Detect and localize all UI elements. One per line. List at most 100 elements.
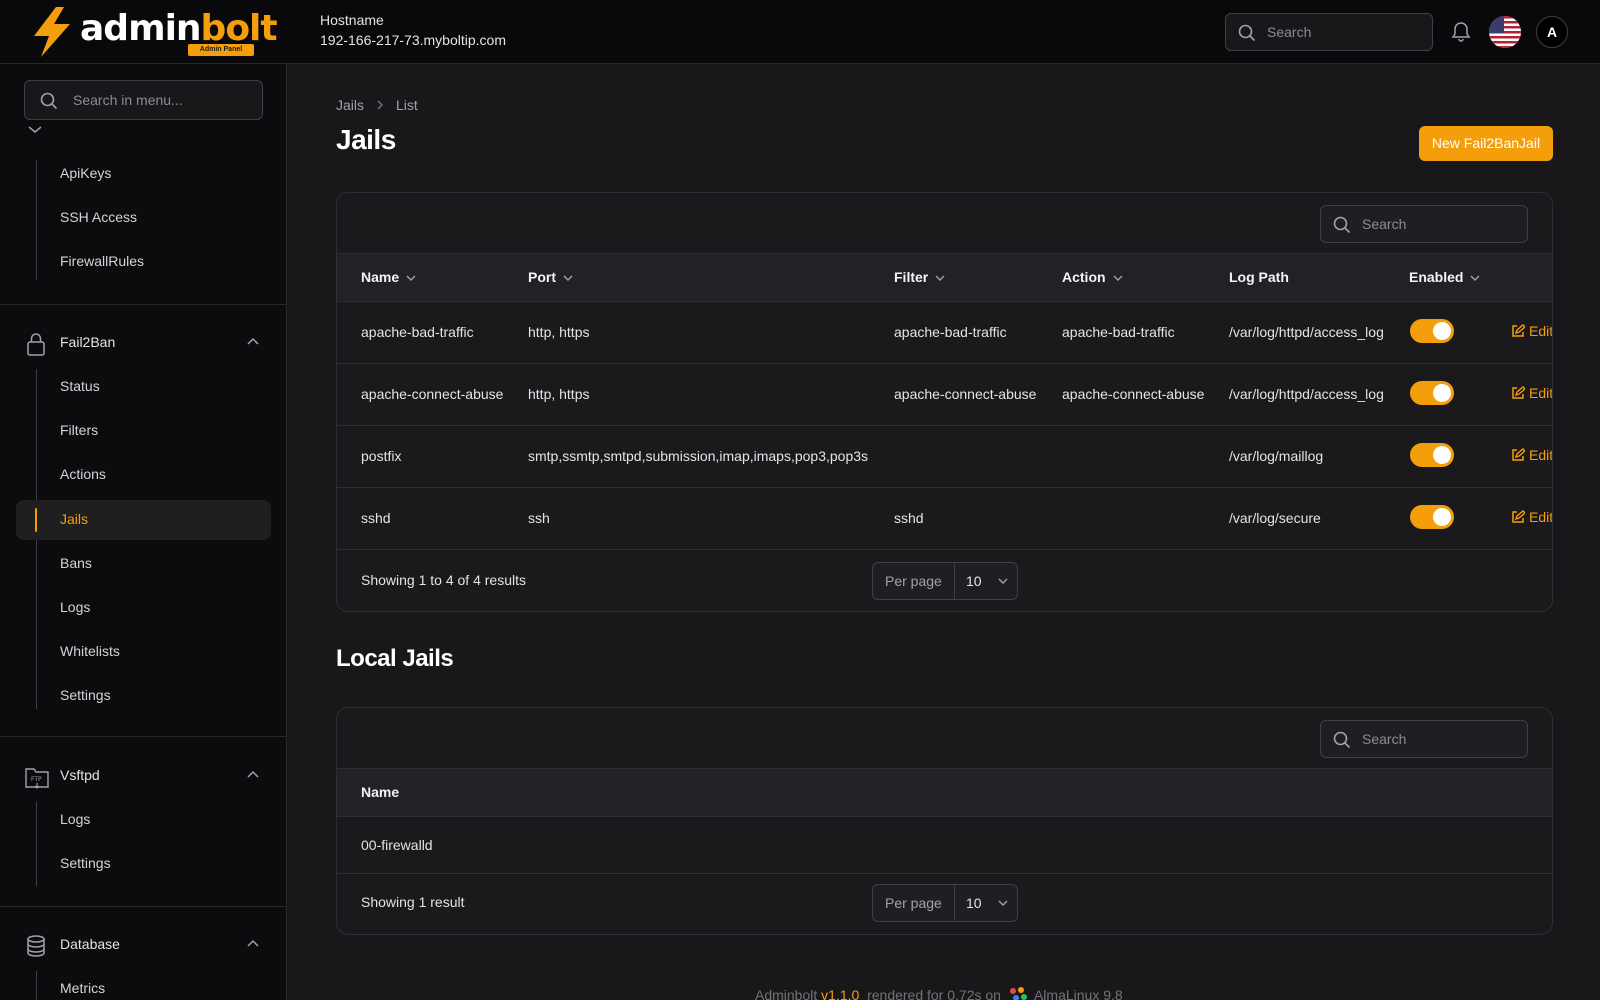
local-jails-search-input[interactable]: Search	[1320, 720, 1528, 758]
edit-label: Edit	[1529, 323, 1553, 339]
menu-search-placeholder: Search in menu...	[73, 92, 183, 108]
logo-text-admin: admin	[80, 8, 202, 49]
column-header-port[interactable]: Port	[528, 269, 574, 285]
user-avatar[interactable]: A	[1536, 16, 1568, 48]
sort-chevron-icon	[935, 275, 945, 282]
edit-label: Edit	[1529, 385, 1553, 401]
sidebar-item-jails[interactable]: Jails	[16, 500, 271, 540]
menu-search-input[interactable]: Search in menu...	[24, 80, 263, 120]
column-header-filter[interactable]: Filter	[894, 269, 946, 285]
breadcrumb-jails-link[interactable]: Jails	[336, 97, 364, 113]
sidebar-item-label: Status	[60, 378, 100, 394]
sidebar-item-status[interactable]: Status	[16, 367, 271, 407]
almalinux-logo-icon	[1009, 987, 1027, 1000]
chevron-down-icon	[998, 578, 1008, 584]
sort-chevron-icon	[406, 275, 416, 282]
cell-port: http, https	[528, 386, 590, 402]
column-header-action[interactable]: Action	[1062, 269, 1124, 285]
cell-filter: apache-connect-abuse	[894, 386, 1037, 402]
edit-button[interactable]: Edit	[1511, 323, 1553, 339]
hostname-label: Hostname	[320, 12, 384, 28]
column-header-name[interactable]: Name	[361, 269, 417, 285]
cell-filter: sshd	[894, 510, 924, 526]
sidebar-item-actions[interactable]: Actions	[16, 455, 271, 495]
sidebar-item-firewallrules[interactable]: FirewallRules	[16, 242, 271, 282]
ftp-folder-icon: FTP	[25, 768, 49, 789]
sidebar-item-vsftpd-logs[interactable]: Logs	[16, 800, 271, 840]
us-flag-language-icon[interactable]	[1489, 16, 1521, 48]
sidebar-group-vsftpd[interactable]: FTP Vsftpd	[0, 756, 286, 796]
footer-version[interactable]: v1.1.0	[821, 987, 859, 1000]
jails-search-input[interactable]: Search	[1320, 205, 1528, 243]
sidebar-item-label: SSH Access	[60, 209, 138, 225]
cell-action: apache-connect-abuse	[1062, 386, 1205, 402]
sidebar-group-database[interactable]: Database	[0, 925, 286, 965]
sidebar-item-ssh-access[interactable]: SSH Access	[16, 198, 271, 238]
edit-button[interactable]: Edit	[1511, 509, 1553, 525]
edit-button[interactable]: Edit	[1511, 385, 1553, 401]
column-label: Enabled	[1409, 269, 1464, 285]
enabled-toggle[interactable]	[1410, 319, 1454, 343]
sidebar-item-metrics[interactable]: Metrics	[16, 969, 271, 1000]
sidebar-item-label: Actions	[60, 466, 106, 482]
cell-name: apache-bad-traffic	[361, 324, 474, 340]
cell-name: 00-firewalld	[361, 837, 433, 853]
column-header-enabled[interactable]: Enabled	[1409, 269, 1481, 285]
new-fail2ban-jail-button[interactable]: New Fail2BanJail	[1419, 126, 1553, 161]
local-jails-search-placeholder: Search	[1362, 731, 1407, 747]
database-icon	[27, 935, 45, 957]
admin-panel-badge: Admin Panel	[188, 44, 254, 56]
enabled-toggle[interactable]	[1410, 381, 1454, 405]
sidebar-item-whitelists[interactable]: Whitelists	[16, 632, 271, 672]
per-page-select[interactable]: Per page 10	[872, 562, 1018, 600]
sidebar-item-label: Metrics	[60, 980, 106, 996]
cell-name: sshd	[361, 510, 391, 526]
sidebar-item-bans[interactable]: Bans	[16, 544, 271, 584]
per-page-select[interactable]: Per page 10	[872, 884, 1018, 922]
global-search-placeholder: Search	[1267, 24, 1312, 40]
sidebar-item-label: ApiKeys	[60, 165, 112, 181]
sidebar-item-label: Logs	[60, 599, 91, 615]
sidebar-item-label: Bans	[60, 555, 92, 571]
edit-icon	[1512, 324, 1527, 337]
cell-port: http, https	[528, 324, 590, 340]
sidebar: Search in menu... ApiKeys SSH Access Fir…	[0, 64, 287, 1000]
sidebar-item-filters[interactable]: Filters	[16, 411, 271, 451]
sidebar-group-fail2ban[interactable]: Fail2Ban	[0, 323, 286, 363]
edit-label: Edit	[1529, 509, 1553, 525]
column-header-name: Name	[361, 784, 400, 800]
sidebar-group-label: Fail2Ban	[60, 334, 116, 350]
enabled-toggle[interactable]	[1410, 505, 1454, 529]
sidebar-item-vsftpd-settings[interactable]: Settings	[16, 844, 271, 884]
cell-port: ssh	[528, 510, 550, 526]
sidebar-group-label: Database	[60, 936, 120, 952]
adminbolt-logo[interactable]: adminbolt Admin Panel	[30, 6, 278, 58]
sidebar-item-label: Jails	[60, 511, 89, 527]
collapsed-group-chevron-icon	[28, 126, 42, 133]
sidebar-divider	[0, 906, 286, 907]
sidebar-item-settings[interactable]: Settings	[16, 676, 271, 716]
column-label: Action	[1062, 269, 1106, 285]
per-page-value: 10	[966, 895, 982, 911]
global-search-input[interactable]: Search	[1225, 13, 1433, 51]
sidebar-item-label: FirewallRules	[60, 253, 145, 269]
edit-button[interactable]: Edit	[1511, 447, 1553, 463]
enabled-toggle[interactable]	[1410, 443, 1454, 467]
local-jails-card: Search Name 00-firewalld Showing 1 resul…	[336, 707, 1553, 935]
footer-app-name: Adminbolt	[755, 987, 818, 1000]
svg-text:FTP: FTP	[31, 776, 42, 783]
sidebar-item-apikeys[interactable]: ApiKeys	[16, 154, 271, 194]
breadcrumb-chevron-icon	[376, 97, 384, 113]
per-page-label: Per page	[885, 895, 942, 911]
search-icon	[1333, 216, 1351, 234]
sidebar-item-logs[interactable]: Logs	[16, 588, 271, 628]
edit-label: Edit	[1529, 447, 1553, 463]
column-header-log-path: Log Path	[1229, 269, 1289, 285]
cell-name: postfix	[361, 448, 402, 464]
jails-search-placeholder: Search	[1362, 216, 1407, 232]
notifications-bell-icon[interactable]	[1451, 20, 1471, 42]
jails-table-footer: Showing 1 to 4 of 4 results Per page 10	[337, 551, 1552, 611]
table-row: apache-connect-abuse http, https apache-…	[337, 364, 1552, 426]
table-row: postfix smtp,ssmtp,smtpd,submission,imap…	[337, 426, 1552, 488]
sidebar-item-label: Whitelists	[60, 643, 120, 659]
